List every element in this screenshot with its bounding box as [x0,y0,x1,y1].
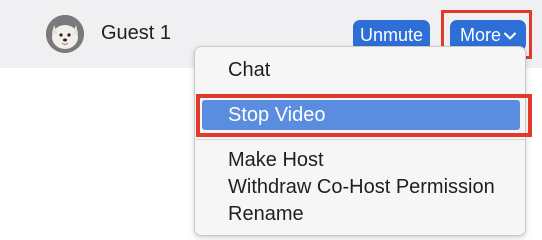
menu-divider [195,94,525,95]
menu-item-withdraw-co-host-permission[interactable]: Withdraw Co-Host Permission [228,175,495,199]
participant-name: Guest 1 [101,22,172,44]
more-dropdown-menu: Chat Stop Video Make Host Withdraw Co-Ho… [194,46,526,236]
menu-item-rename[interactable]: Rename [228,202,304,226]
menu-item-stop-video[interactable]: Stop Video [228,103,326,127]
more-button-label: More [459,25,501,45]
avatar [46,15,84,53]
menu-item-make-host[interactable]: Make Host [228,148,324,172]
dog-avatar-icon [46,15,84,53]
menu-divider [195,139,525,140]
menu-item-chat[interactable]: Chat [228,58,270,82]
